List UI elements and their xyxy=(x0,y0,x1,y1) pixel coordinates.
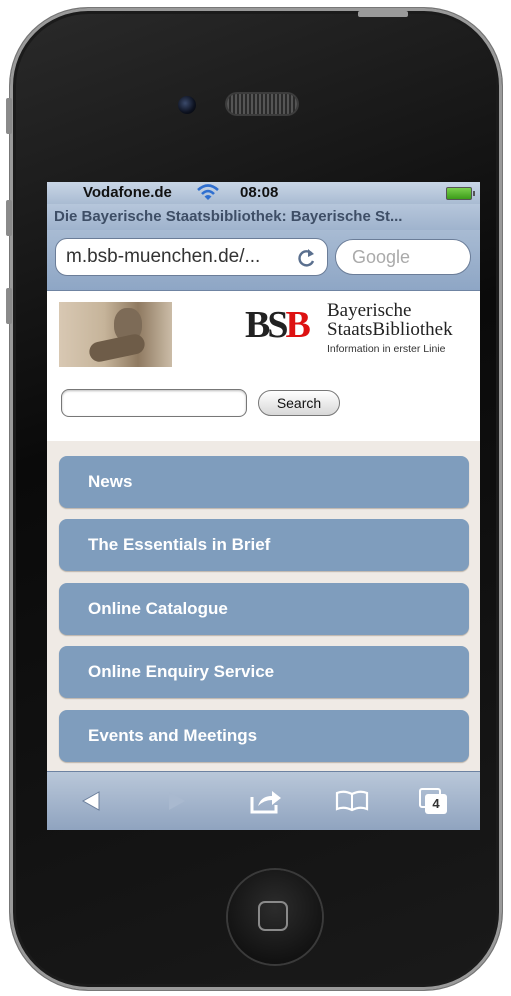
menu-item-online-catalogue[interactable]: Online Catalogue xyxy=(59,583,469,635)
bsb-logo[interactable]: BSB Bayerische StaatsBibliothek Informat… xyxy=(245,301,475,361)
menu-item-essentials[interactable]: The Essentials in Brief xyxy=(59,519,469,571)
reload-icon[interactable] xyxy=(297,239,317,281)
google-search-field[interactable]: Google xyxy=(335,239,471,275)
battery-icon xyxy=(446,187,475,200)
browser-toolbar: 4 xyxy=(47,771,480,830)
page-content: BSB Bayerische StaatsBibliothek Informat… xyxy=(47,291,480,772)
bsb-logo-name-line2: StaatsBibliothek xyxy=(327,319,453,340)
search-button[interactable]: Search xyxy=(258,390,340,416)
tabs-icon[interactable]: 4 xyxy=(416,785,456,817)
screen: Vodafone.de 08:08 Die Bayerische Staatsb… xyxy=(47,182,480,830)
menu-item-news[interactable]: News xyxy=(59,456,469,508)
site-search-input[interactable] xyxy=(61,389,247,417)
share-icon[interactable] xyxy=(246,785,286,817)
wifi-icon xyxy=(197,183,219,206)
url-text: m.bsb-muenchen.de/... xyxy=(66,246,261,267)
earpiece-speaker xyxy=(227,94,297,114)
forward-icon[interactable] xyxy=(157,785,197,817)
status-bar: Vodafone.de 08:08 xyxy=(47,182,480,212)
status-time: 08:08 xyxy=(240,184,279,201)
url-field[interactable]: m.bsb-muenchen.de/... xyxy=(55,238,328,276)
carrier-name: Vodafone.de xyxy=(83,184,172,201)
bsb-logo-tagline: Information in erster Linie xyxy=(327,343,446,355)
power-button xyxy=(358,11,408,17)
main-menu: News The Essentials in Brief Online Cata… xyxy=(47,441,480,772)
volume-down-button xyxy=(6,288,12,324)
bookmarks-icon[interactable] xyxy=(332,785,372,817)
bsb-logo-mark-left: BS xyxy=(245,304,289,346)
google-search-placeholder: Google xyxy=(352,247,411,267)
tabs-count: 4 xyxy=(425,794,447,814)
bsb-logo-mark: BSB xyxy=(245,303,311,347)
bsb-logo-name: Bayerische StaatsBibliothek xyxy=(327,301,453,339)
front-camera xyxy=(178,96,196,114)
volume-up-button xyxy=(6,200,12,236)
thinker-portrait-image xyxy=(59,302,172,367)
menu-item-events[interactable]: Events and Meetings xyxy=(59,710,469,762)
bsb-logo-name-line1: Bayerische xyxy=(327,300,412,321)
bsb-logo-mark-right: B xyxy=(285,304,310,346)
address-bar: m.bsb-muenchen.de/... Google xyxy=(47,230,480,291)
home-button-icon xyxy=(258,901,288,931)
back-icon[interactable] xyxy=(71,785,111,817)
page-title: Die Bayerische Staatsbibliothek: Bayeris… xyxy=(47,204,480,230)
mute-switch xyxy=(6,98,12,134)
menu-item-enquiry-service[interactable]: Online Enquiry Service xyxy=(59,646,469,698)
